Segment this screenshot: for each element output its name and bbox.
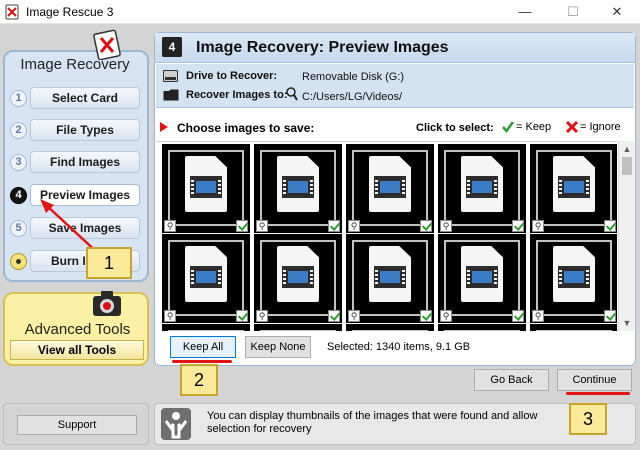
step-save-images[interactable]: Save Images — [30, 217, 140, 239]
annotation-badge-1: 1 — [86, 247, 132, 279]
magnifier-icon[interactable]: ⚲ — [256, 310, 268, 322]
thumbnail-grid: ⚲ ⚲ ⚲ ⚲ ⚲ ⚲ ⚲ ⚲ ⚲ ⚲ — [157, 141, 617, 331]
magnifier-icon[interactable]: ⚲ — [532, 310, 544, 322]
page-title: Image Recovery: Preview Images — [196, 39, 449, 56]
annotation-underline-continue — [566, 392, 630, 395]
step-number-3: 3 — [10, 154, 27, 171]
close-icon[interactable]: ✕ — [594, 0, 640, 24]
step-find-images[interactable]: Find Images — [30, 151, 140, 173]
tip-text: You can display thumbnails of the images… — [207, 410, 538, 435]
step-number-1: 1 — [10, 90, 27, 107]
magnifier-icon[interactable]: ⚲ — [532, 220, 544, 232]
step-number-2: 2 — [10, 122, 27, 139]
step-select-card[interactable]: Select Card — [30, 87, 140, 109]
scroll-up-icon[interactable]: ▲ — [619, 141, 635, 157]
thumbnail-item[interactable] — [346, 324, 434, 331]
annotation-underline-keep-all — [172, 360, 232, 363]
keep-none-button[interactable]: Keep None — [245, 336, 311, 358]
sidebar-title: Image Recovery — [20, 56, 130, 73]
drive-icon — [163, 70, 178, 82]
disc-icon — [10, 253, 27, 270]
step-number-4: 4 — [10, 187, 27, 204]
recover-value: C:/Users/LG/Videos/ — [302, 91, 403, 103]
thumbnail-item[interactable]: ⚲ — [438, 144, 526, 233]
step-badge: 4 — [162, 37, 182, 57]
keep-legend: = Keep — [516, 121, 552, 133]
step-number-5: 5 — [10, 220, 27, 237]
keep-check-icon — [502, 121, 514, 133]
magnifier-icon[interactable]: ⚲ — [164, 310, 176, 322]
ignore-legend: = Ignore — [580, 121, 621, 133]
magnifier-icon[interactable]: ⚲ — [256, 220, 268, 232]
keep-checkbox[interactable] — [236, 310, 248, 322]
keep-checkbox[interactable] — [604, 310, 616, 322]
annotation-badge-3: 3 — [569, 403, 607, 435]
step-preview-images[interactable]: Preview Images — [30, 184, 140, 206]
drive-label: Drive to Recover: — [186, 70, 278, 82]
arrow-right-icon — [160, 122, 168, 132]
thumbnail-item[interactable] — [530, 324, 617, 331]
continue-button[interactable]: Continue — [557, 369, 632, 391]
drive-value: Removable Disk (G:) — [302, 71, 405, 83]
choose-images-label: Choose images to save: — [177, 121, 315, 135]
keep-checkbox[interactable] — [512, 310, 524, 322]
magnifier-icon[interactable]: ⚲ — [348, 310, 360, 322]
support-button[interactable]: Support — [17, 415, 137, 435]
thumbnail-item[interactable] — [254, 324, 342, 331]
magnifier-icon[interactable]: ⚲ — [348, 220, 360, 232]
thumbnail-item[interactable]: ⚲ — [438, 234, 526, 323]
thumbnail-item[interactable]: ⚲ — [530, 234, 617, 323]
annotation-badge-2: 2 — [180, 364, 218, 396]
thumbnail-item[interactable]: ⚲ — [162, 144, 250, 233]
keep-checkbox[interactable] — [420, 220, 432, 232]
thumbnail-item[interactable] — [162, 324, 250, 331]
vertical-scrollbar[interactable]: ▲ ▼ — [618, 141, 634, 331]
help-person-icon — [161, 408, 191, 440]
scroll-thumb[interactable] — [622, 157, 632, 175]
selected-count: Selected: 1340 items, 9.1 GB — [327, 341, 471, 353]
click-to-select-label: Click to select: — [416, 122, 494, 134]
keep-checkbox[interactable] — [604, 220, 616, 232]
thumbnail-item[interactable]: ⚲ — [346, 144, 434, 233]
app-icon — [5, 4, 19, 20]
thumbnail-item[interactable]: ⚲ — [254, 144, 342, 233]
recover-label: Recover Images to: — [186, 89, 288, 101]
camera-icon — [93, 291, 121, 316]
keep-checkbox[interactable] — [236, 220, 248, 232]
magnifier-icon[interactable]: ⚲ — [164, 220, 176, 232]
keep-checkbox[interactable] — [420, 310, 432, 322]
keep-all-button[interactable]: Keep All — [170, 336, 236, 358]
keep-checkbox[interactable] — [512, 220, 524, 232]
scroll-down-icon[interactable]: ▼ — [619, 315, 635, 331]
go-back-button[interactable]: Go Back — [474, 369, 549, 391]
magnifier-icon[interactable]: ⚲ — [440, 310, 452, 322]
folder-icon — [163, 89, 179, 101]
window-title: Image Rescue 3 — [26, 5, 114, 19]
maximize-icon[interactable]: ☐ — [550, 0, 596, 24]
view-all-tools-button[interactable]: View all Tools — [10, 340, 144, 360]
title-bar: Image Rescue 3 — ☐ ✕ — [0, 0, 640, 24]
keep-checkbox[interactable] — [328, 310, 340, 322]
thumbnail-item[interactable]: ⚲ — [162, 234, 250, 323]
thumbnail-item[interactable]: ⚲ — [254, 234, 342, 323]
ignore-x-icon — [566, 121, 578, 133]
minimize-icon[interactable]: — — [502, 0, 548, 24]
thumbnail-item[interactable]: ⚲ — [346, 234, 434, 323]
thumbnail-item[interactable]: ⚲ — [530, 144, 617, 233]
browse-magnifier-icon[interactable] — [286, 87, 298, 101]
thumbnail-item[interactable] — [438, 324, 526, 331]
advanced-tools-title: Advanced Tools — [24, 321, 131, 338]
step-file-types[interactable]: File Types — [30, 119, 140, 141]
magnifier-icon[interactable]: ⚲ — [440, 220, 452, 232]
keep-checkbox[interactable] — [328, 220, 340, 232]
